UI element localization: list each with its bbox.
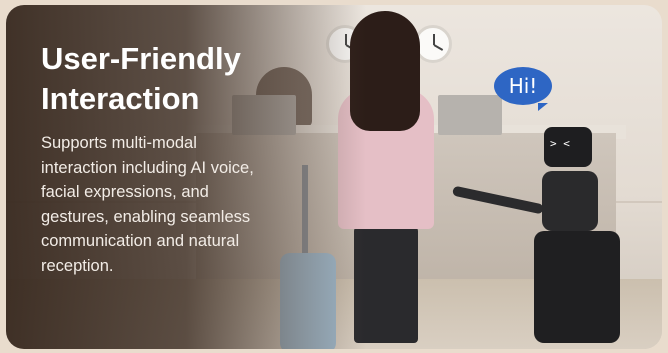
description-line: Supports multi-modal [41,134,197,152]
robot-face: > < [550,137,570,150]
description-line: communication and natural [41,232,240,250]
feature-title-line: User-Friendly [41,41,241,76]
feature-title-line: Interaction [41,81,200,116]
feature-card: Hi! > < User-Friendly Interaction Suppor… [6,5,662,349]
description-line: reception. [41,256,114,275]
description-line: gestures, enabling seamless [41,207,251,226]
feature-title: User-Friendly Interaction [41,39,341,119]
description-line: facial expressions, and [41,183,209,201]
robot-base [534,231,620,343]
feature-description: Supports multi-modal interaction includi… [41,131,331,278]
robot-body [542,171,598,231]
speech-bubble: Hi! [494,67,552,111]
description-line: interaction including AI voice, [41,158,254,177]
monitor [438,95,502,135]
robot-head: > < [544,127,592,167]
speech-bubble-text: Hi! [508,74,538,98]
